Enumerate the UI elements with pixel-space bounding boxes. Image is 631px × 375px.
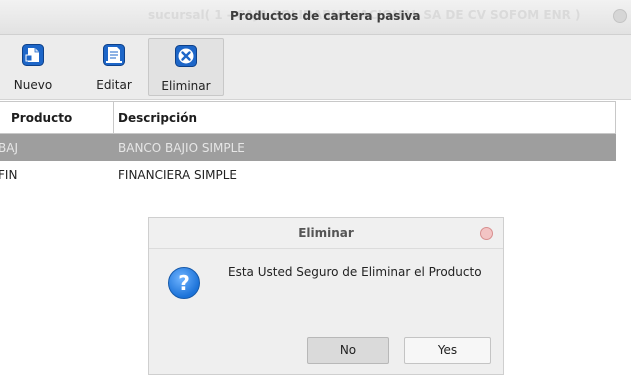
dialog-message: Esta Usted Seguro de Eliminar el Product… <box>228 265 482 279</box>
close-icon[interactable] <box>480 227 493 240</box>
column-header-producto[interactable]: Producto <box>11 111 72 125</box>
dialog-titlebar[interactable]: Eliminar <box>149 218 503 249</box>
window-title: Productos de cartera pasiva <box>230 9 421 23</box>
question-icon: ? <box>168 267 200 299</box>
cell-descripcion: BANCO BAJIO SIMPLE <box>118 141 245 155</box>
table-header: Producto Descripción <box>0 101 616 134</box>
column-header-descripcion[interactable]: Descripción <box>118 111 197 125</box>
eliminar-button[interactable]: Eliminar <box>148 38 224 96</box>
eliminar-label: Eliminar <box>161 79 211 93</box>
table-row[interactable]: FIN FINANCIERA SIMPLE <box>0 161 616 188</box>
delete-x-icon <box>175 45 197 67</box>
cell-producto: BAJ <box>0 141 18 155</box>
editar-label: Editar <box>96 78 132 92</box>
nuevo-button[interactable]: Nuevo <box>6 38 60 94</box>
toolbar: Nuevo Editar Eliminar <box>0 35 631 100</box>
edit-document-icon <box>103 44 125 66</box>
dialog-title: Eliminar <box>298 226 354 240</box>
productos-table: Producto Descripción BAJ BANCO BAJIO SIM… <box>0 101 616 188</box>
nuevo-label: Nuevo <box>13 78 53 92</box>
table-row[interactable]: BAJ BANCO BAJIO SIMPLE <box>0 134 616 161</box>
no-button[interactable]: No <box>307 337 389 364</box>
editar-button[interactable]: Editar <box>88 38 140 94</box>
window-control-icon[interactable] <box>613 9 627 23</box>
new-document-icon <box>22 44 44 66</box>
yes-button[interactable]: Yes <box>404 337 491 364</box>
cell-descripcion: FINANCIERA SIMPLE <box>118 168 237 182</box>
column-separator[interactable] <box>113 102 114 133</box>
main-window-titlebar: sucursal( 1 - CAJA SOLIDARIA NACIONAL SA… <box>0 0 631 35</box>
cell-producto: FIN <box>0 168 18 182</box>
confirm-delete-dialog: Eliminar ? Esta Usted Seguro de Eliminar… <box>148 217 504 375</box>
